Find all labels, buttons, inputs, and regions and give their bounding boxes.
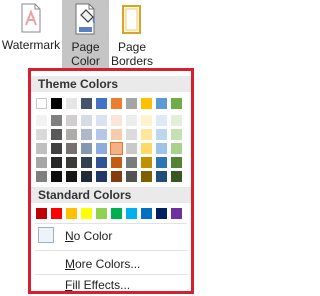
theme-color-swatch[interactable] <box>111 98 122 109</box>
watermark-button[interactable]: Watermark <box>0 0 62 68</box>
standard-color-swatch[interactable] <box>141 208 152 219</box>
theme-color-swatch[interactable] <box>126 98 137 109</box>
theme-color-shade-swatch[interactable] <box>96 171 107 182</box>
page-borders-button[interactable]: Page Borders <box>111 0 153 68</box>
theme-color-shade-swatch[interactable] <box>171 115 182 126</box>
theme-color-shade-swatch[interactable] <box>96 129 107 140</box>
no-color-swatch-icon <box>38 227 54 243</box>
standard-color-swatch[interactable] <box>111 208 122 219</box>
theme-color-shade-swatch[interactable] <box>36 115 47 126</box>
fill-effects-item[interactable]: Fill Effects... <box>35 275 187 295</box>
standard-color-swatch[interactable] <box>66 208 77 219</box>
theme-color-shade-swatch[interactable] <box>126 143 137 154</box>
theme-color-shade-swatch[interactable] <box>171 129 182 140</box>
theme-color-shade-swatch[interactable] <box>66 157 77 168</box>
no-color-label: No Color <box>65 229 113 243</box>
theme-colors-heading: Theme Colors <box>31 76 191 92</box>
theme-color-shade-swatch[interactable] <box>141 171 152 182</box>
separator <box>35 223 187 224</box>
theme-color-swatch[interactable] <box>156 98 167 109</box>
theme-color-shade-swatch[interactable] <box>96 115 107 126</box>
theme-color-shade-swatch[interactable] <box>51 115 62 126</box>
theme-color-shade-swatch[interactable] <box>156 157 167 168</box>
page-borders-label-line1: Page <box>117 40 147 54</box>
theme-color-shade-swatch[interactable] <box>156 143 167 154</box>
theme-color-shade-swatch[interactable] <box>66 115 77 126</box>
theme-color-shade-swatch[interactable] <box>126 171 137 182</box>
theme-color-shade-swatch[interactable] <box>171 171 182 182</box>
more-colors-item[interactable]: More Colors... <box>35 254 187 274</box>
theme-color-shade-swatch[interactable] <box>141 115 152 126</box>
theme-color-shade-swatch[interactable] <box>36 129 47 140</box>
theme-color-shade-swatch[interactable] <box>66 129 77 140</box>
watermark-label: Watermark <box>1 38 61 52</box>
standard-color-swatch[interactable] <box>171 208 182 219</box>
theme-color-swatch[interactable] <box>141 98 152 109</box>
theme-color-shade-swatch[interactable] <box>126 115 137 126</box>
theme-color-shade-swatch[interactable] <box>141 129 152 140</box>
page-borders-label-line2: Borders <box>111 54 154 68</box>
theme-color-shade-swatch[interactable] <box>81 129 92 140</box>
theme-color-shade-swatch[interactable] <box>126 157 137 168</box>
theme-color-shade-swatch[interactable] <box>96 143 107 154</box>
standard-color-swatch[interactable] <box>126 208 137 219</box>
theme-color-shade-swatch[interactable] <box>156 129 167 140</box>
theme-color-shade-swatch[interactable] <box>51 129 62 140</box>
page-color-label-line2: Color <box>71 54 100 68</box>
theme-color-shade-swatch[interactable] <box>51 157 62 168</box>
theme-color-swatch[interactable] <box>171 98 182 109</box>
theme-color-shade-swatch[interactable] <box>66 171 77 182</box>
page-borders-icon <box>121 3 143 40</box>
design-ribbon: Watermark Page Color Page Borders <box>0 0 203 68</box>
page-color-dropdown: Theme Colors Standard Colors No Color Mo… <box>28 68 194 294</box>
theme-color-shade-swatch[interactable] <box>156 171 167 182</box>
theme-color-shade-swatch[interactable] <box>111 171 122 182</box>
theme-color-swatch[interactable] <box>36 98 47 109</box>
theme-color-shade-swatch[interactable] <box>36 143 47 154</box>
theme-color-swatch[interactable] <box>66 98 77 109</box>
standard-color-swatch[interactable] <box>36 208 47 219</box>
standard-color-swatch[interactable] <box>81 208 92 219</box>
theme-color-shade-swatch[interactable] <box>156 115 167 126</box>
theme-color-shade-swatch[interactable] <box>171 157 182 168</box>
standard-color-swatch[interactable] <box>51 208 62 219</box>
theme-color-shade-swatch[interactable] <box>171 143 182 154</box>
more-colors-label: More Colors... <box>65 257 141 271</box>
watermark-icon <box>20 3 42 38</box>
theme-color-shade-swatch[interactable] <box>126 129 137 140</box>
theme-color-shade-swatch[interactable] <box>111 157 122 168</box>
page-color-label-line1: Page <box>71 40 100 54</box>
theme-color-shade-swatch[interactable] <box>81 115 92 126</box>
separator <box>35 250 187 251</box>
paint-bucket-icon <box>73 3 99 40</box>
theme-color-shade-swatch[interactable] <box>111 129 122 140</box>
theme-color-shade-swatch[interactable] <box>81 143 92 154</box>
theme-color-shade-swatch[interactable] <box>110 142 123 155</box>
theme-color-shade-swatch[interactable] <box>141 143 152 154</box>
theme-color-shade-swatch[interactable] <box>141 157 152 168</box>
fill-effects-label: Fill Effects... <box>65 278 131 292</box>
theme-color-swatch[interactable] <box>96 98 107 109</box>
theme-color-swatch[interactable] <box>51 98 62 109</box>
theme-color-shade-swatch[interactable] <box>111 115 122 126</box>
theme-color-shade-swatch[interactable] <box>51 171 62 182</box>
page-color-button[interactable]: Page Color <box>62 0 109 68</box>
theme-color-shade-swatch[interactable] <box>51 143 62 154</box>
theme-color-shade-swatch[interactable] <box>36 157 47 168</box>
standard-color-swatch[interactable] <box>96 208 107 219</box>
theme-color-shade-swatch[interactable] <box>81 157 92 168</box>
theme-color-shade-swatch[interactable] <box>96 157 107 168</box>
theme-color-shade-swatch[interactable] <box>36 171 47 182</box>
theme-color-shade-swatch[interactable] <box>81 171 92 182</box>
no-color-item[interactable]: No Color <box>35 226 187 246</box>
standard-color-swatch[interactable] <box>156 208 167 219</box>
theme-color-shade-swatch[interactable] <box>66 143 77 154</box>
theme-color-swatch[interactable] <box>81 98 92 109</box>
standard-colors-heading: Standard Colors <box>31 187 191 203</box>
